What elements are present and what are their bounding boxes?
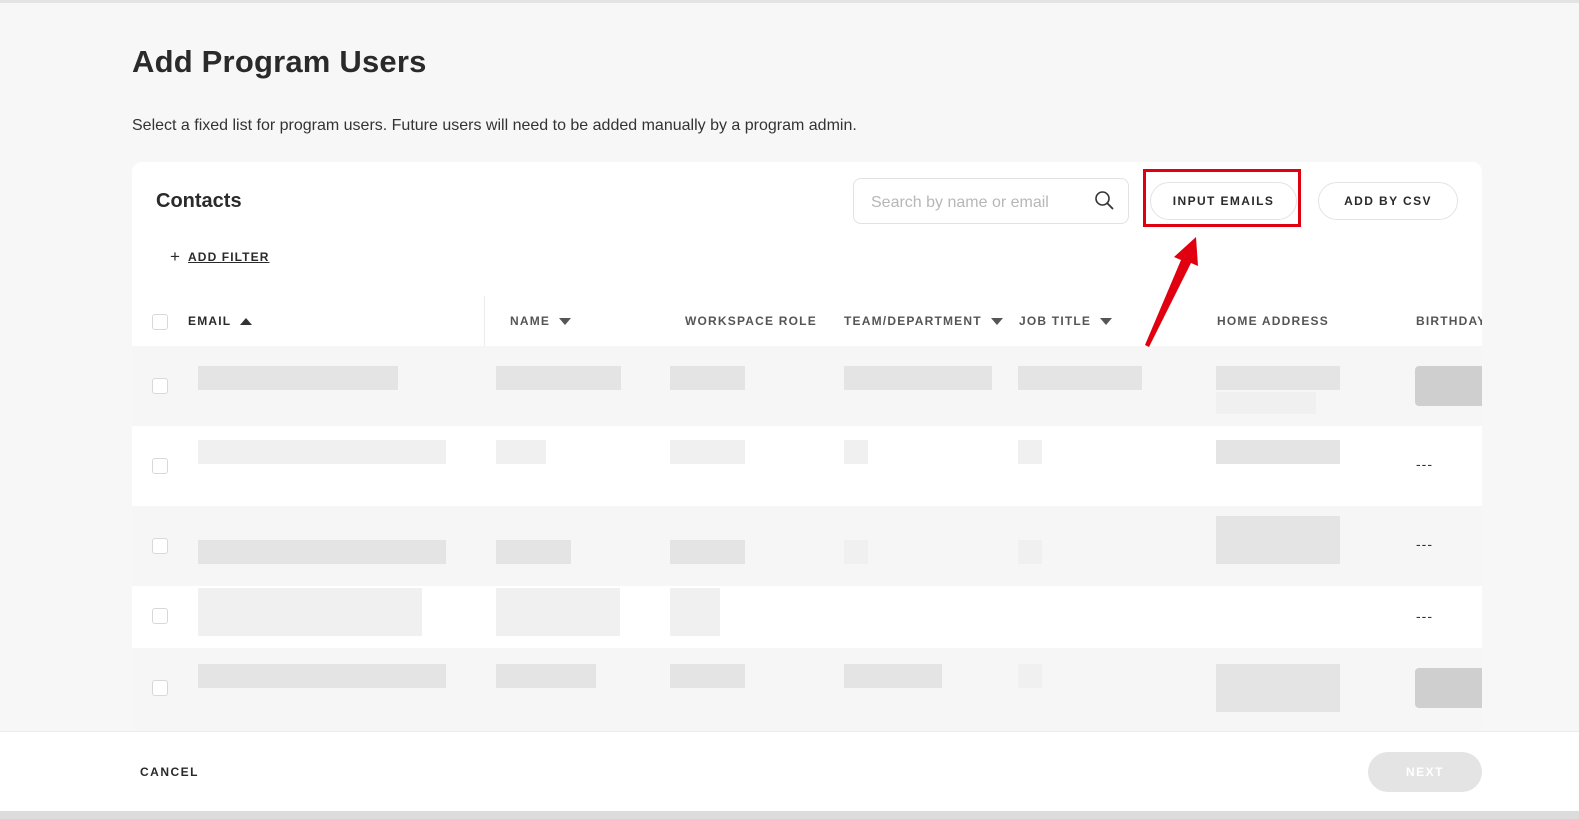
redacted-job-title	[1018, 366, 1142, 390]
sort-descending-icon	[990, 317, 1003, 325]
add-filter-label: ADD FILTER	[188, 249, 270, 264]
top-border	[0, 0, 1579, 3]
search-icon[interactable]	[1094, 190, 1114, 210]
column-header-birthday[interactable]: BIRTHDAY	[1416, 314, 1482, 328]
select-all-checkbox[interactable]	[152, 314, 168, 330]
redacted-email	[198, 588, 422, 636]
next-button[interactable]: NEXT	[1368, 752, 1482, 792]
redacted-address	[1216, 664, 1340, 712]
redacted-birthday	[1415, 668, 1482, 708]
cancel-button[interactable]: CANCEL	[140, 765, 199, 779]
table-header: EMAIL NAME WORKSPACE ROLE TEAM/DEPARTMEN…	[132, 296, 1482, 366]
input-emails-button[interactable]: INPUT EMAILS	[1150, 182, 1297, 220]
sort-descending-icon	[1100, 317, 1113, 325]
redacted-name	[496, 540, 571, 564]
page-title: Add Program Users	[132, 44, 427, 79]
search-input[interactable]	[869, 190, 1088, 216]
column-header-job-title[interactable]: JOB TITLE	[1019, 314, 1113, 328]
redacted-email	[198, 540, 446, 564]
column-header-workspace-role[interactable]: WORKSPACE ROLE	[685, 314, 817, 328]
redacted-role	[670, 366, 745, 390]
redacted-name	[496, 588, 620, 636]
redacted-email	[198, 366, 398, 390]
add-filter-button[interactable]: + ADD FILTER	[170, 248, 269, 265]
annotation-arrow	[1145, 237, 1198, 347]
plus-icon: +	[170, 247, 182, 266]
redacted-team	[844, 540, 868, 564]
redacted-email	[198, 664, 446, 688]
row-checkbox[interactable]	[152, 608, 168, 624]
table-row[interactable]	[132, 346, 1482, 426]
redacted-role	[670, 440, 745, 464]
birthday-value: ---	[1416, 536, 1433, 552]
redacted-job-title	[1018, 664, 1042, 688]
search-box	[853, 178, 1129, 224]
row-checkbox[interactable]	[152, 538, 168, 554]
table-row[interactable]: ---	[132, 506, 1482, 586]
table-row[interactable]: ---	[132, 426, 1482, 506]
redacted-email	[198, 440, 446, 464]
redacted-address-line2	[1216, 392, 1316, 414]
redacted-name	[496, 440, 546, 464]
column-header-email[interactable]: EMAIL	[188, 314, 253, 328]
redacted-address	[1216, 516, 1340, 564]
column-header-name[interactable]: NAME	[510, 314, 572, 328]
redacted-birthday	[1415, 366, 1482, 406]
bottom-border	[0, 811, 1579, 819]
column-header-team-department[interactable]: TEAM/DEPARTMENT	[844, 314, 1003, 328]
redacted-address	[1216, 440, 1340, 464]
sort-ascending-icon	[240, 317, 253, 325]
footer-bar: CANCEL NEXT	[0, 731, 1579, 812]
contacts-card: Contacts INPUT EMAILS ADD BY CSV + ADD F…	[132, 162, 1482, 732]
redacted-role	[670, 588, 720, 636]
redacted-name	[496, 366, 621, 390]
row-checkbox[interactable]	[152, 458, 168, 474]
sort-descending-icon	[559, 317, 572, 325]
redacted-role	[670, 540, 745, 564]
redacted-team	[844, 366, 992, 390]
add-by-csv-button[interactable]: ADD BY CSV	[1318, 182, 1458, 220]
redacted-name	[496, 664, 596, 688]
redacted-job-title	[1018, 440, 1042, 464]
redacted-team	[844, 440, 868, 464]
redacted-job-title	[1018, 540, 1042, 564]
table-row[interactable]: ---	[132, 586, 1482, 648]
redacted-team	[844, 664, 942, 688]
table-row[interactable]	[132, 648, 1482, 732]
contacts-title: Contacts	[156, 190, 242, 212]
birthday-value: ---	[1416, 456, 1433, 472]
column-header-home-address[interactable]: HOME ADDRESS	[1217, 314, 1329, 328]
birthday-value: ---	[1416, 608, 1433, 624]
page-description: Select a fixed list for program users. F…	[132, 117, 857, 134]
row-checkbox[interactable]	[152, 378, 168, 394]
redacted-address	[1216, 366, 1340, 390]
row-checkbox[interactable]	[152, 680, 168, 696]
redacted-role	[670, 664, 745, 688]
